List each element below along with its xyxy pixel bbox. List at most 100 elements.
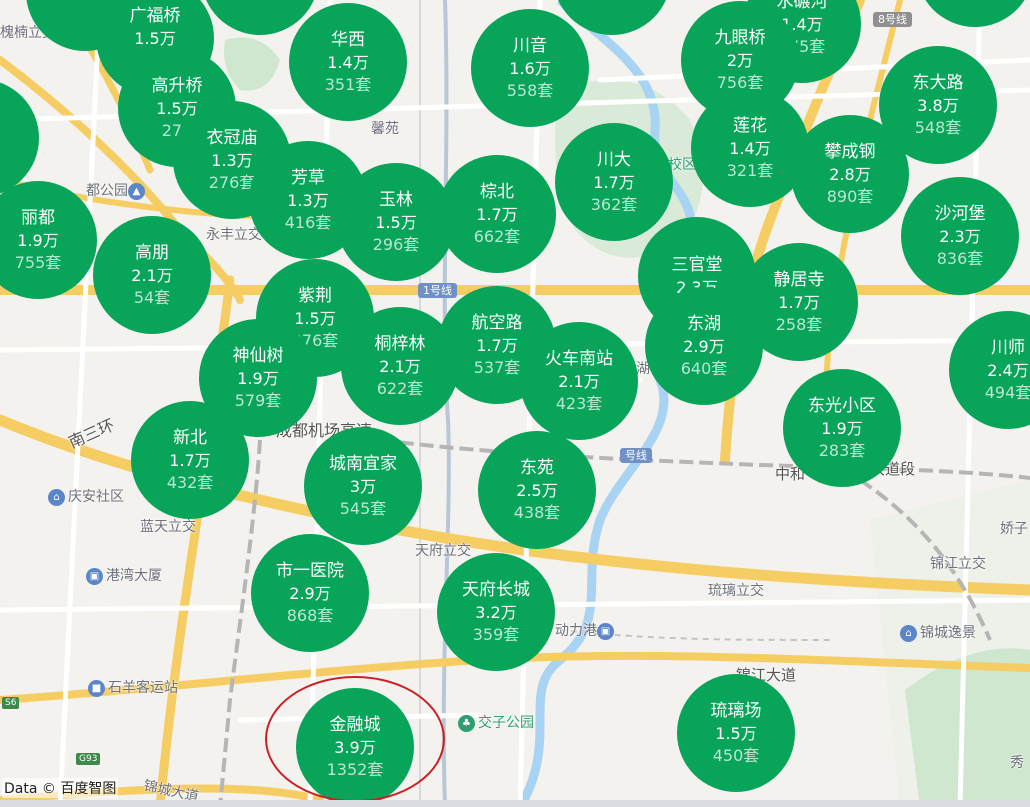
bubble-area-name: 高朋	[135, 242, 169, 263]
price-bubble-dongyuan[interactable]: 东苑 2.5万 438套	[478, 431, 596, 549]
metro-line-1-shield: 1号线	[418, 283, 457, 298]
price-bubble-yulin[interactable]: 玉林 1.5万 296套	[337, 163, 455, 281]
bubble-price: 2.8万	[829, 164, 871, 184]
bubble-area-name: 三官堂	[671, 254, 723, 275]
bubble-area-name: 攀成钢	[824, 141, 876, 162]
bubble-area-name: 高升桥	[151, 75, 203, 96]
price-bubble-dongguangxiaoqu[interactable]: 东光小区 1.9万 283套	[783, 369, 901, 487]
map-label-qingan: ⌂ 庆安社区	[48, 486, 124, 506]
bubble-price: 2.9万	[289, 583, 331, 603]
building-icon: ▣	[86, 567, 103, 585]
bubble-price: 1.7万	[476, 204, 518, 224]
bubble-count: 7	[80, 0, 90, 3]
bubble-area-name: 棕北	[480, 181, 514, 202]
map-label-shiyang-bus: ■ 石羊客运站	[88, 677, 178, 697]
bus-station-icon: ■	[88, 679, 105, 697]
bubble-area-name: 神仙树	[232, 345, 284, 366]
bubble-count: 548套	[914, 117, 962, 137]
price-bubble-chengnanyijia[interactable]: 城南宜家 3万 545套	[304, 427, 422, 545]
bubble-area-name: 琉璃场	[710, 700, 762, 721]
bubble-area-name: 东光小区	[808, 395, 876, 416]
highway-s6-shield: S6	[2, 697, 20, 709]
bubble-count: 362套	[590, 194, 638, 214]
price-bubble-xinbei[interactable]: 新北 1.7万 432套	[131, 401, 249, 519]
price-bubble-donghu[interactable]: 东湖 2.9万 640套	[645, 287, 763, 405]
price-bubble-gaopeng[interactable]: 高朋 2.1万 54套	[93, 216, 211, 334]
bubble-price: 1.5万	[715, 723, 757, 743]
map-view[interactable]: 槐楠立交 馨苑 永丰立交 都公园▲ 大学校区 湖 成都机场高速 南三环 ⌂庆安社…	[0, 0, 1030, 807]
bubble-price: 1.5万	[375, 212, 417, 232]
bubble-area-name: 华西	[331, 29, 365, 50]
map-label-gongyuan: 都公园 ▲	[86, 180, 148, 200]
bottom-scrollbar[interactable]	[0, 800, 1030, 807]
bubble-area-name: 紫荆	[298, 285, 332, 306]
price-bubble-liulichang[interactable]: 琉璃场 1.5万 450套	[677, 674, 795, 792]
bubble-price: 1.6万	[509, 58, 551, 78]
bubble-count: 640套	[680, 358, 728, 378]
bubble-count: 416套	[284, 212, 332, 232]
price-bubble-panchenggang[interactable]: 攀成钢 2.8万 890套	[791, 115, 909, 233]
bubble-count: 1352套	[326, 759, 384, 779]
bubble-area-name: 衣冠庙	[206, 127, 258, 148]
bubble-area-name: 莲花	[733, 115, 767, 136]
bubble-price: 1.5万	[294, 308, 336, 328]
bubble-area-name: 东湖	[687, 313, 721, 334]
bubble-count: 54套	[133, 287, 171, 307]
bubble-price: 2.9万	[683, 336, 725, 356]
bubble-count: 450套	[712, 745, 760, 765]
bubble-price: 1.9万	[17, 230, 59, 250]
bubble-price: 3.2万	[475, 602, 517, 622]
bubble-area-name: 川音	[513, 35, 547, 56]
bubble-area-name: 天府长城	[462, 579, 530, 600]
bubble-area-name: 东大路	[912, 72, 964, 93]
bubble-count: 258套	[775, 314, 823, 334]
metro-line-shield: 号线	[620, 448, 652, 463]
bubble-area-name: 芳草	[291, 167, 325, 188]
bubble-area-name: 桐梓林	[374, 333, 426, 354]
bubble-price: 2.1万	[558, 371, 600, 391]
price-bubble-zongbei[interactable]: 棕北 1.7万 662套	[438, 155, 556, 273]
map-label-xiu: 秀	[1010, 755, 1024, 771]
bubble-area-name: 九眼桥	[714, 27, 766, 48]
bubble-price: 1.4万	[729, 138, 771, 158]
map-label-lantian: 蓝天立交	[140, 519, 196, 535]
bubble-price: 1.3万	[211, 150, 253, 170]
bubble-count: 545套	[339, 498, 387, 518]
bubble-count: 836套	[936, 248, 984, 268]
bubble-price: 2.1万	[131, 265, 173, 285]
community-icon: ⌂	[48, 488, 65, 506]
price-bubble-jinrongcheng[interactable]: 金融城 3.9万 1352套	[296, 688, 414, 806]
community-icon: ⌂	[900, 624, 917, 642]
bubble-count: 558套	[506, 80, 554, 100]
highway-g93-shield: G93	[76, 753, 101, 765]
map-label-dongligang: 动力港 ▣	[555, 620, 617, 640]
bubble-count: 868套	[286, 605, 334, 625]
price-bubble-shahebao[interactable]: 沙河堡 2.3万 836套	[901, 177, 1019, 295]
price-bubble-chuanyin[interactable]: 川音 1.6万 558套	[471, 9, 589, 127]
price-bubble-huaxi[interactable]: 华西 1.4万 351套	[289, 3, 407, 121]
bubble-price: 1.7万	[476, 335, 518, 355]
bubble-price: 1.4万	[327, 52, 369, 72]
park-icon: ♣	[458, 714, 475, 732]
map-label-jiaozi-park: ♣ 交子公园	[458, 712, 534, 732]
price-bubble-tianfuchangcheng[interactable]: 天府长城 3.2万 359套	[437, 553, 555, 671]
map-label-gangwan: ▣ 港湾大厦	[86, 565, 162, 585]
bubble-count: 622套	[376, 378, 424, 398]
bubble-price: 2.3万	[939, 226, 981, 246]
price-bubble-huochenanzhan[interactable]: 火车南站 2.1万 423套	[520, 322, 638, 440]
bubble-area-name: 川大	[597, 149, 631, 170]
bubble-area-name: 川师	[991, 337, 1025, 358]
price-bubble-lianhua[interactable]: 莲花 1.4万 321套	[691, 89, 809, 207]
map-label-liuli-interchange: 琉璃立交	[708, 583, 764, 599]
bubble-count: 351套	[324, 74, 372, 94]
bubble-count: 579套	[234, 390, 282, 410]
bubble-area-name: 丽都	[21, 207, 55, 228]
price-bubble-shiyiyiyuan[interactable]: 市一医院 2.9万 868套	[251, 534, 369, 652]
bubble-price: 1.9万	[821, 418, 863, 438]
map-label-jinjiang-interchange: 锦江立交	[930, 556, 986, 572]
metro-line-8-shield: 8号线	[873, 12, 912, 27]
bubble-count: 432套	[166, 472, 214, 492]
bubble-area-name: 城南宜家	[329, 453, 397, 474]
price-bubble-chuanda[interactable]: 川大 1.7万 362套	[555, 123, 673, 241]
bubble-area-name: 静居寺	[773, 269, 825, 290]
